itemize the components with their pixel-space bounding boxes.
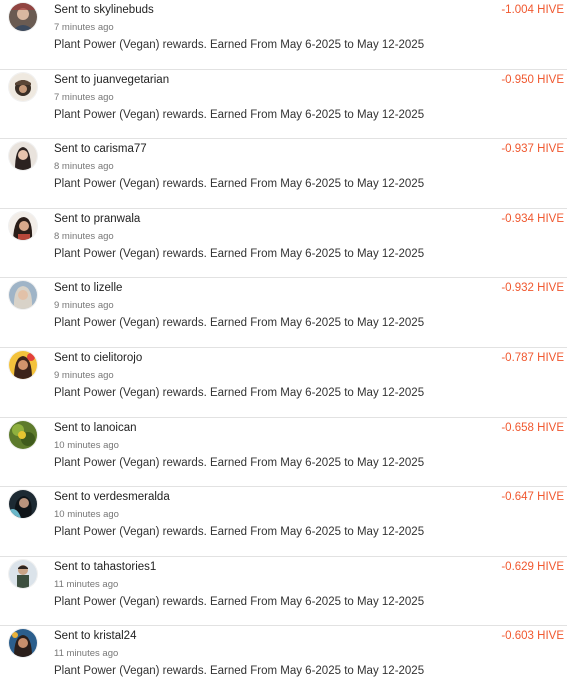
- transfer-memo: Plant Power (Vegan) rewards. Earned From…: [54, 178, 425, 191]
- avatar-photo-icon[interactable]: [9, 281, 37, 310]
- transfer-time: 8 minutes ago: [54, 230, 114, 242]
- recipient-username[interactable]: skylinebuds: [94, 4, 154, 16]
- transfer-prefix: Sent to: [54, 351, 91, 364]
- transfer-row: Sent to verdesmeralda 10 minutes ago Pla…: [0, 487, 567, 557]
- transfer-prefix: Sent to: [54, 560, 91, 573]
- avatar-photo-icon[interactable]: [9, 142, 37, 171]
- transfer-title: Sent to tahastories1: [54, 561, 156, 573]
- transfer-time: 10 minutes ago: [54, 509, 119, 521]
- transfer-amount: -0.937 HIVE: [501, 143, 564, 156]
- transfer-title: Sent to carisma77: [54, 143, 147, 155]
- transfer-title: Sent to lizelle: [54, 282, 122, 294]
- avatar-photo-icon[interactable]: [9, 420, 37, 449]
- avatar-photo-icon[interactable]: [9, 211, 37, 240]
- transfer-prefix: Sent to: [54, 4, 91, 16]
- recipient-username[interactable]: lizelle: [94, 282, 123, 294]
- transfer-memo: Plant Power (Vegan) rewards. Earned From…: [54, 317, 425, 330]
- transfer-memo: Plant Power (Vegan) rewards. Earned From…: [54, 108, 425, 121]
- transfer-title: Sent to juanvegetarian: [54, 74, 169, 86]
- recipient-username[interactable]: lanoican: [94, 422, 137, 434]
- transfer-row: Sent to juanvegetarian 7 minutes ago Pla…: [0, 70, 567, 140]
- recipient-username[interactable]: juanvegetarian: [94, 74, 169, 86]
- transfer-time: 9 minutes ago: [54, 300, 114, 312]
- transfer-title: Sent to verdesmeralda: [54, 491, 170, 503]
- transfer-row: Sent to cielitorojo 9 minutes ago Plant …: [0, 348, 567, 418]
- recipient-username[interactable]: kristal24: [94, 630, 137, 642]
- avatar-photo-icon[interactable]: [9, 629, 37, 658]
- transfer-title: Sent to lanoican: [54, 422, 137, 434]
- transfer-time: 11 minutes ago: [54, 578, 119, 590]
- avatar-photo-icon[interactable]: [9, 3, 37, 31]
- recipient-username[interactable]: verdesmeralda: [94, 491, 170, 503]
- avatar-photo-icon[interactable]: [9, 72, 37, 101]
- transfer-prefix: Sent to: [54, 143, 91, 156]
- transfer-amount: -0.647 HIVE: [501, 491, 564, 504]
- transfer-time: 7 minutes ago: [54, 22, 114, 33]
- transfer-prefix: Sent to: [54, 73, 91, 86]
- transfer-history-list: Sent to skylinebuds 7 minutes ago Plant …: [0, 0, 567, 696]
- transfer-row: Sent to lizelle 9 minutes ago Plant Powe…: [0, 278, 567, 348]
- transfer-amount: -0.603 HIVE: [501, 630, 564, 643]
- transfer-title: Sent to cielitorojo: [54, 352, 142, 364]
- transfer-row: Sent to skylinebuds 7 minutes ago Plant …: [0, 0, 567, 70]
- transfer-amount: -1.004 HIVE: [501, 4, 564, 16]
- transfer-row: Sent to lanoican 10 minutes ago Plant Po…: [0, 418, 567, 488]
- transfer-row: Sent to kristal24 11 minutes ago Plant P…: [0, 626, 567, 696]
- transfer-row: Sent to pranwala 8 minutes ago Plant Pow…: [0, 209, 567, 279]
- transfer-memo: Plant Power (Vegan) rewards. Earned From…: [54, 526, 425, 539]
- recipient-username[interactable]: cielitorojo: [94, 352, 143, 364]
- transfer-memo: Plant Power (Vegan) rewards. Earned From…: [54, 665, 425, 678]
- transfer-row: Sent to tahastories1 11 minutes ago Plan…: [0, 557, 567, 627]
- transfer-memo: Plant Power (Vegan) rewards. Earned From…: [54, 386, 425, 399]
- transfer-prefix: Sent to: [54, 282, 91, 295]
- transfer-title: Sent to skylinebuds: [54, 4, 154, 16]
- transfer-prefix: Sent to: [54, 212, 91, 225]
- transfer-prefix: Sent to: [54, 421, 91, 434]
- transfer-title: Sent to pranwala: [54, 213, 140, 225]
- avatar-photo-icon[interactable]: [9, 490, 37, 519]
- transfer-title: Sent to kristal24: [54, 630, 136, 642]
- transfer-memo: Plant Power (Vegan) rewards. Earned From…: [54, 247, 425, 260]
- transfer-time: 11 minutes ago: [54, 648, 119, 660]
- transfer-prefix: Sent to: [54, 491, 91, 504]
- transfer-memo: Plant Power (Vegan) rewards. Earned From…: [54, 595, 425, 608]
- transfer-amount: -0.787 HIVE: [501, 351, 564, 364]
- transfer-time: 8 minutes ago: [54, 161, 114, 173]
- recipient-username[interactable]: tahastories1: [94, 561, 157, 573]
- transfer-time: 9 minutes ago: [54, 369, 114, 381]
- avatar-photo-icon[interactable]: [9, 350, 37, 379]
- transfer-time: 7 minutes ago: [54, 91, 114, 103]
- transfer-amount: -0.658 HIVE: [501, 421, 564, 434]
- transfer-prefix: Sent to: [54, 630, 91, 643]
- transfer-amount: -0.629 HIVE: [501, 560, 564, 573]
- transfer-amount: -0.932 HIVE: [501, 282, 564, 295]
- transfer-time: 10 minutes ago: [54, 439, 119, 451]
- avatar-photo-icon[interactable]: [9, 559, 37, 588]
- transfer-amount: -0.950 HIVE: [501, 73, 564, 86]
- recipient-username[interactable]: carisma77: [94, 143, 147, 155]
- transfer-amount: -0.934 HIVE: [501, 212, 564, 225]
- transfer-memo: Plant Power (Vegan) rewards. Earned From…: [54, 456, 425, 469]
- transfer-memo: Plant Power (Vegan) rewards. Earned From…: [54, 39, 425, 51]
- transfer-row: Sent to carisma77 8 minutes ago Plant Po…: [0, 139, 567, 209]
- recipient-username[interactable]: pranwala: [94, 213, 141, 225]
